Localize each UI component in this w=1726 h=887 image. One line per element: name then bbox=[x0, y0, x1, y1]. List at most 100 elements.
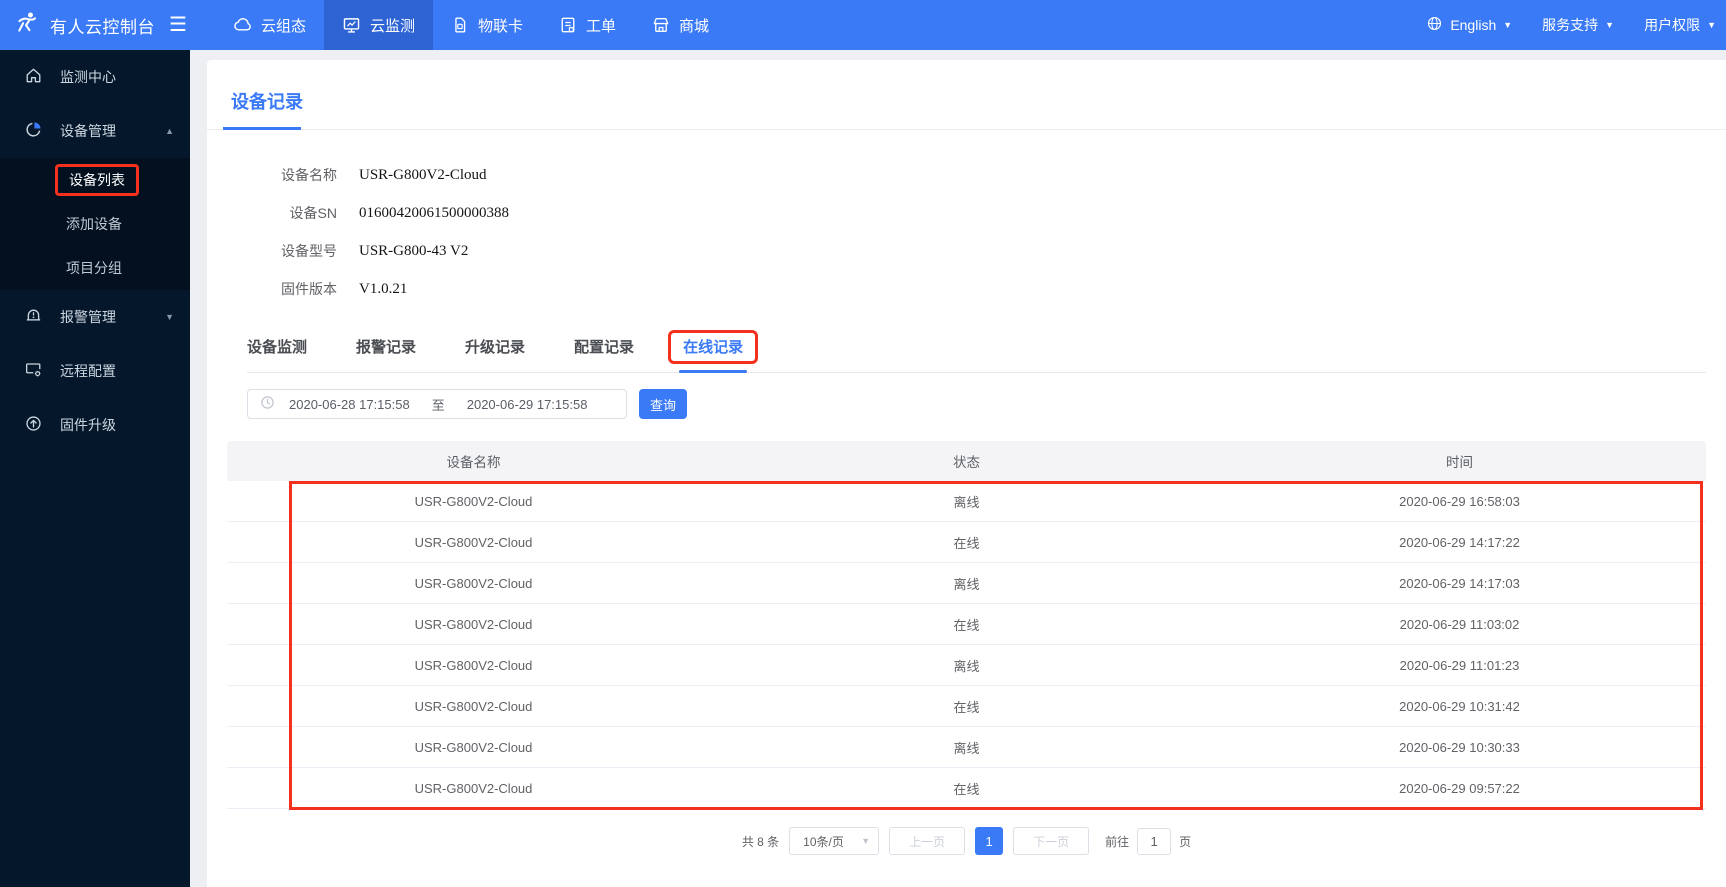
annotation-box-device-list: 设备列表 bbox=[55, 164, 139, 196]
tab-config-records[interactable]: 配置记录 bbox=[574, 338, 634, 372]
prev-page-button[interactable]: 上一页 bbox=[889, 827, 966, 855]
sidebar-item-add-device[interactable]: 添加设备 bbox=[0, 202, 190, 246]
sidebar-item-device-management[interactable]: 设备管理 ▲ bbox=[0, 104, 190, 158]
usr-logo-icon bbox=[14, 10, 40, 41]
cell-device-name: USR-G800V2-Cloud bbox=[414, 780, 533, 796]
sidebar-item-firmware-upgrade[interactable]: 固件升级 bbox=[0, 398, 190, 452]
sidebar: 监测中心 设备管理 ▲ 设备列表 添加设备 项目分组 报警管理 ▼ 远程配置 固… bbox=[0, 50, 190, 887]
alarm-bell-icon bbox=[24, 306, 43, 328]
page-size-value: 10条/页 bbox=[803, 834, 844, 849]
sidebar-item-device-list[interactable]: 设备列表 bbox=[0, 158, 190, 202]
cell-time: 2020-06-29 10:30:33 bbox=[1399, 739, 1520, 755]
app-window: 有人云控制台 ☰ 云组态 云监测 物联卡 工单 商城 English ▼ 服务支… bbox=[0, 0, 1726, 887]
info-label: 固件版本 bbox=[281, 281, 337, 297]
cell-device-name: USR-G800V2-Cloud bbox=[414, 657, 533, 673]
caret-down-icon: ▼ bbox=[1707, 19, 1716, 30]
info-row-device-sn: 设备SN 01600420061500000388 bbox=[207, 202, 1726, 224]
table-row: USR-G800V2-Cloud 离线 2020-06-29 16:58:03 bbox=[227, 481, 1706, 522]
support-label: 服务支持 bbox=[1542, 17, 1599, 33]
cell-status: 离线 bbox=[953, 494, 980, 510]
brand-title: 有人云控制台 bbox=[50, 17, 155, 37]
table-row: USR-G800V2-Cloud 离线 2020-06-29 11:01:23 bbox=[227, 645, 1706, 686]
service-support-menu[interactable]: 服务支持 ▼ bbox=[1542, 15, 1614, 35]
sidebar-item-monitor-center[interactable]: 监测中心 bbox=[0, 50, 190, 104]
pagination: 共 8 条 10条/页 ▼ 上一页 1 下一页 前往 页 bbox=[207, 827, 1726, 855]
date-start-value: 2020-06-28 17:15:58 bbox=[289, 396, 410, 412]
sidebar-item-project-group[interactable]: 项目分组 bbox=[0, 246, 190, 290]
device-record-card: 设备记录 设备名称 USR-G800V2-Cloud 设备SN 01600420… bbox=[207, 60, 1726, 887]
device-sn-value: 01600420061500000388 bbox=[359, 204, 509, 221]
sidebar-item-remote-config[interactable]: 远程配置 bbox=[0, 344, 190, 398]
cell-status: 离线 bbox=[953, 658, 980, 674]
current-page-button[interactable]: 1 bbox=[975, 827, 1004, 855]
cell-device-name: USR-G800V2-Cloud bbox=[414, 698, 533, 714]
select-caret-icon: ▼ bbox=[861, 835, 871, 846]
cell-status: 在线 bbox=[953, 699, 980, 715]
online-records-table: 设备名称 状态 时间 USR-G800V2-Cloud 离线 2020-06-2… bbox=[227, 441, 1706, 810]
nav-label: 云组态 bbox=[260, 17, 306, 35]
goto-label: 前往 bbox=[1105, 834, 1130, 849]
tab-label: 在线记录 bbox=[683, 339, 744, 356]
firmware-upgrade-icon bbox=[24, 414, 43, 436]
table-row: USR-G800V2-Cloud 在线 2020-06-29 14:17:22 bbox=[227, 522, 1706, 563]
monitor-chart-icon bbox=[342, 16, 361, 35]
cell-time: 2020-06-29 09:57:22 bbox=[1399, 780, 1520, 796]
nav-item-work-order[interactable]: 工单 bbox=[541, 0, 634, 50]
table-row: USR-G800V2-Cloud 在线 2020-06-29 09:57:22 bbox=[227, 768, 1706, 809]
top-navigation: 云组态 云监测 物联卡 工单 商城 bbox=[215, 0, 727, 50]
cell-time: 2020-06-29 14:17:22 bbox=[1399, 534, 1520, 550]
goto-page-group: 前往 页 bbox=[1105, 827, 1192, 855]
tab-upgrade-records[interactable]: 升级记录 bbox=[465, 338, 525, 372]
user-permission-menu[interactable]: 用户权限 ▼ bbox=[1644, 15, 1716, 35]
nav-label: 云监测 bbox=[369, 17, 415, 35]
sidebar-item-alarm-management[interactable]: 报警管理 ▼ bbox=[0, 290, 190, 344]
firmware-version-value: V1.0.21 bbox=[359, 280, 408, 297]
search-button[interactable]: 查询 bbox=[639, 389, 687, 419]
language-selector[interactable]: English ▼ bbox=[1426, 15, 1512, 35]
store-icon bbox=[652, 16, 670, 34]
hamburger-menu-icon[interactable]: ☰ bbox=[169, 15, 187, 35]
nav-item-mall[interactable]: 商城 bbox=[634, 0, 727, 50]
nav-label: 商城 bbox=[679, 17, 710, 35]
sim-card-icon bbox=[451, 16, 469, 34]
total-count-label: 共 8 条 bbox=[741, 834, 780, 849]
table-row: USR-G800V2-Cloud 离线 2020-06-29 10:30:33 bbox=[227, 727, 1706, 768]
date-range-picker[interactable]: 2020-06-28 17:15:58 至 2020-06-29 17:15:5… bbox=[247, 389, 627, 419]
table-row: USR-G800V2-Cloud 离线 2020-06-29 14:17:03 bbox=[227, 563, 1706, 604]
device-management-submenu: 设备列表 添加设备 项目分组 bbox=[0, 158, 190, 290]
table-header-row: 设备名称 状态 时间 bbox=[227, 441, 1706, 481]
info-label: 设备名称 bbox=[281, 167, 337, 183]
cell-device-name: USR-G800V2-Cloud bbox=[414, 739, 533, 755]
language-label: English bbox=[1450, 17, 1497, 33]
cell-time: 2020-06-29 14:17:03 bbox=[1399, 575, 1520, 591]
cell-device-name: USR-G800V2-Cloud bbox=[414, 493, 533, 509]
tab-alarm-records[interactable]: 报警记录 bbox=[356, 338, 416, 372]
goto-page-input[interactable] bbox=[1137, 827, 1172, 855]
pie-chart-icon bbox=[24, 120, 43, 142]
nav-label: 工单 bbox=[585, 17, 616, 35]
device-model-value: USR-G800-43 V2 bbox=[359, 242, 469, 259]
cell-status: 在线 bbox=[953, 617, 980, 633]
title-divider bbox=[207, 127, 1726, 130]
info-row-firmware-version: 固件版本 V1.0.21 bbox=[207, 278, 1726, 300]
next-page-button[interactable]: 下一页 bbox=[1013, 827, 1090, 855]
tab-online-records[interactable]: 在线记录 bbox=[668, 330, 759, 373]
cell-time: 2020-06-29 10:31:42 bbox=[1399, 698, 1520, 714]
nav-item-cloud-configuration[interactable]: 云组态 bbox=[215, 0, 324, 50]
info-row-device-name: 设备名称 USR-G800V2-Cloud bbox=[207, 164, 1726, 186]
home-icon bbox=[24, 66, 43, 88]
topbar: 有人云控制台 ☰ 云组态 云监测 物联卡 工单 商城 English ▼ 服务支… bbox=[0, 0, 1726, 50]
nav-item-cloud-monitoring[interactable]: 云监测 bbox=[323, 0, 433, 50]
info-label: 设备SN bbox=[289, 205, 337, 221]
sidebar-item-label: 项目分组 bbox=[66, 260, 122, 276]
account-label: 用户权限 bbox=[1644, 17, 1701, 33]
tab-device-monitoring[interactable]: 设备监测 bbox=[247, 338, 307, 372]
nav-label: 物联卡 bbox=[477, 17, 523, 35]
caret-down-icon: ▼ bbox=[165, 312, 174, 322]
nav-item-iot-sim[interactable]: 物联卡 bbox=[433, 0, 541, 50]
brand: 有人云控制台 ☰ bbox=[0, 0, 201, 50]
cell-status: 在线 bbox=[953, 781, 980, 797]
page-size-select[interactable]: 10条/页 ▼ bbox=[789, 827, 880, 855]
date-separator: 至 bbox=[431, 397, 445, 413]
page-unit-label: 页 bbox=[1179, 834, 1192, 849]
